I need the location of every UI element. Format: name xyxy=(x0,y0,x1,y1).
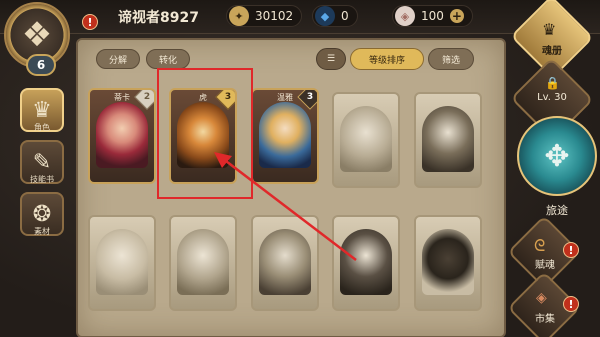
lock-icon: 🔒 xyxy=(545,76,560,90)
crown-icon: ♛ xyxy=(542,20,557,39)
gift-soul-label: 赋魂 xyxy=(535,260,555,271)
market-icon: ◈ xyxy=(536,290,547,306)
market-alert-icon: ! xyxy=(563,296,579,312)
journey-label: 旅途 xyxy=(546,204,568,217)
market-label: 市集 xyxy=(535,314,555,325)
compass-icon: ✥ xyxy=(544,138,570,174)
gift-soul-alert-icon: ! xyxy=(563,242,579,258)
journey-button[interactable]: ✥ xyxy=(517,116,597,196)
pointer-arrow-icon xyxy=(214,152,357,261)
soul-icon: ᘓ xyxy=(534,236,546,255)
soul-album-label: 魂册 xyxy=(542,46,562,57)
lock-level-label: Lv. 30 xyxy=(537,92,567,103)
